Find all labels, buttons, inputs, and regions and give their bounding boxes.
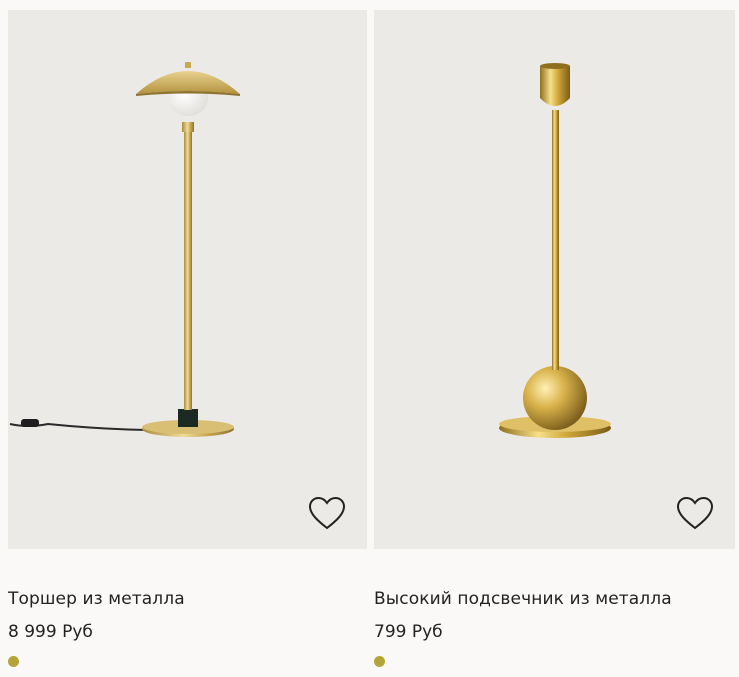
product-title[interactable]: Торшер из металла <box>8 589 185 609</box>
favorite-button[interactable] <box>307 493 347 533</box>
heart-outline-icon <box>308 496 346 530</box>
favorite-button[interactable] <box>675 493 715 533</box>
color-swatch[interactable] <box>8 656 19 667</box>
product-title[interactable]: Высокий подсвечник из металла <box>374 589 672 609</box>
floor-lamp-image <box>9 62 240 437</box>
candlestick-image <box>499 63 611 438</box>
product-image-floor-lamp[interactable] <box>8 10 367 549</box>
color-swatch[interactable] <box>374 656 385 667</box>
product-card-floor-lamp[interactable]: Торшер из металла 8 999 Руб <box>8 10 367 677</box>
product-price: 8 999 Руб <box>8 622 93 642</box>
product-image-candlestick[interactable] <box>374 10 735 549</box>
heart-outline-icon <box>676 496 714 530</box>
product-card-candlestick[interactable]: Высокий подсвечник из металла 799 Руб <box>374 10 735 677</box>
product-price: 799 Руб <box>374 622 443 642</box>
